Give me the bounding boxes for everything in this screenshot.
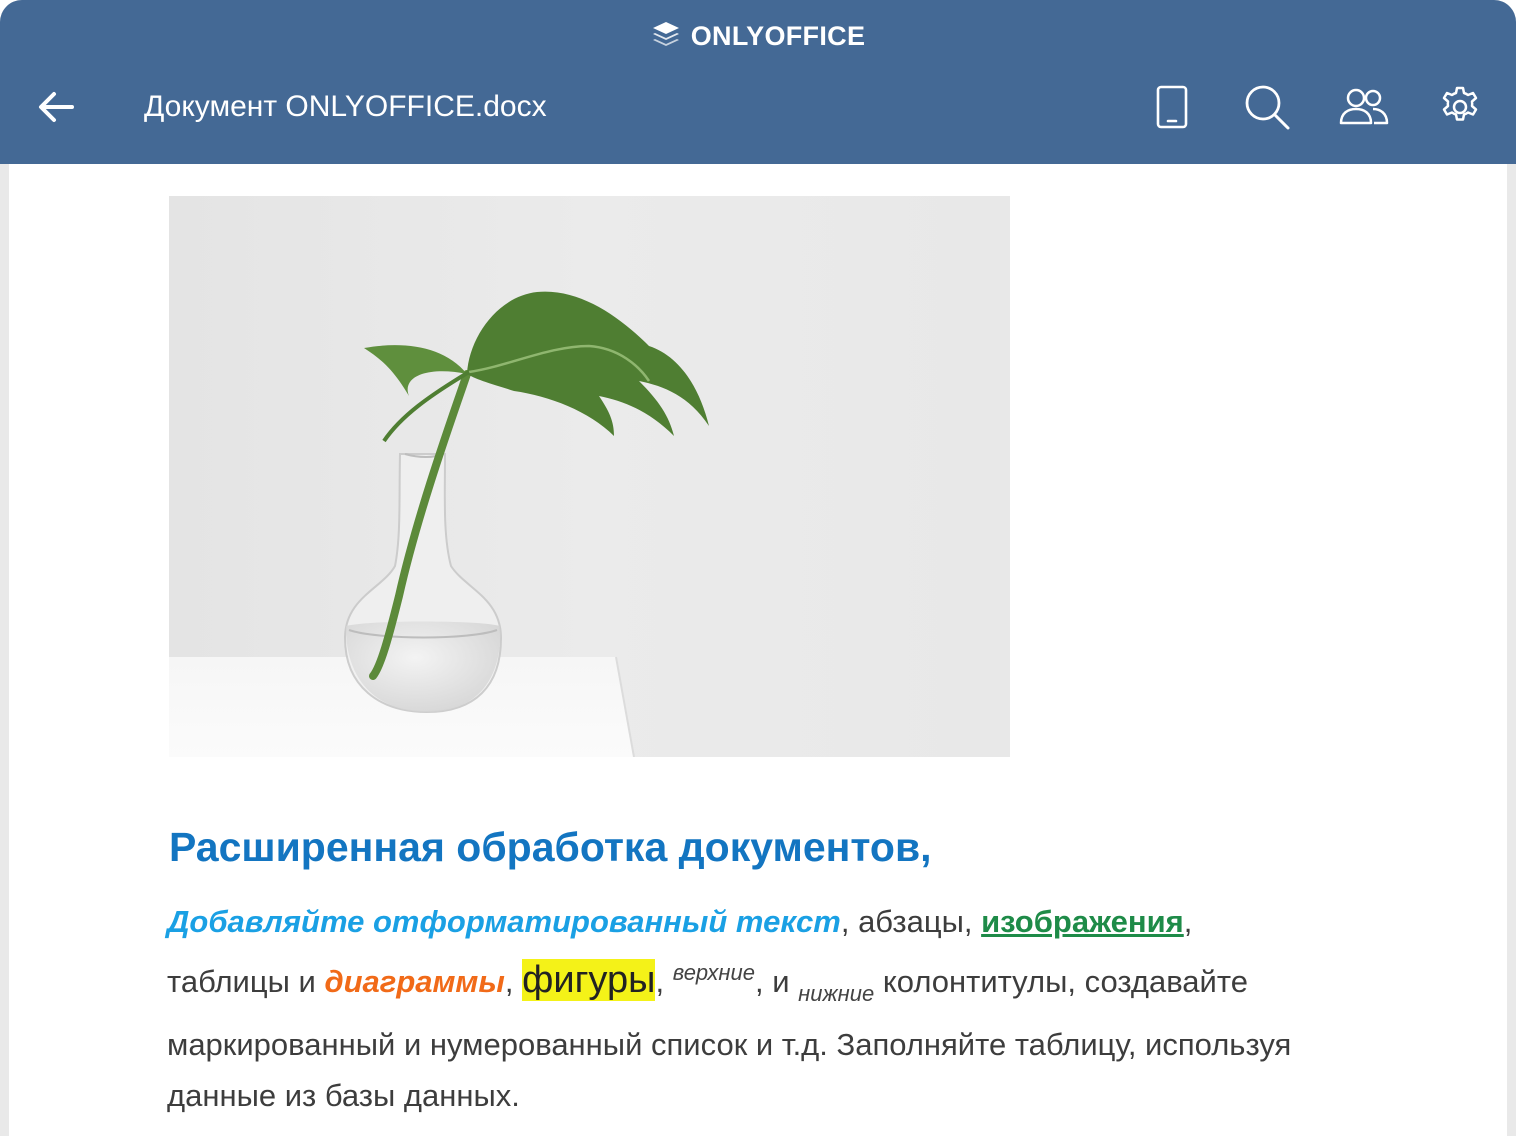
onlyoffice-logo-icon (651, 20, 681, 53)
back-arrow-icon (39, 92, 74, 122)
text-run: данные из базы данных. (167, 1078, 520, 1113)
text-run-subscript: нижние (798, 981, 875, 1006)
document-page: Расширенная обработка документов, Добавл… (9, 164, 1507, 1136)
collaborators-icon (1339, 88, 1389, 125)
text-run: , абзацы, (840, 904, 982, 939)
document-heading: Расширенная обработка документов, (169, 824, 932, 870)
brand-name: ONLYOFFICE (690, 20, 866, 51)
text-run: , (655, 964, 673, 999)
text-run: колонтитулы, создавайте (874, 964, 1248, 999)
text-run: , и (755, 964, 799, 999)
settings-icon (1442, 86, 1478, 121)
app-window: ONLYOFFICE Документ ONLYOFFICE.docx Расш… (0, 0, 1516, 1136)
brand-logo: ONLYOFFICE (0, 18, 1516, 54)
search-button[interactable] (1239, 80, 1295, 134)
search-icon (1245, 85, 1290, 130)
header-bar: ONLYOFFICE Документ ONLYOFFICE.docx (0, 0, 1516, 164)
text-run: , (1183, 904, 1193, 939)
text-run-highlighted: фигуры (522, 959, 656, 1001)
text-run: , (504, 964, 523, 999)
back-button[interactable] (30, 84, 82, 130)
link-images[interactable]: изображения (981, 904, 1184, 939)
plant-in-vase-photo (169, 196, 1010, 757)
settings-button[interactable] (1432, 80, 1488, 134)
document-paragraph: Добавляйте отформатированный текст, абза… (167, 896, 1437, 1121)
mobile-view-icon (1156, 85, 1188, 129)
text-run: таблицы и (167, 964, 325, 999)
document-image[interactable] (169, 196, 1010, 757)
text-run-superscript: верхние (672, 960, 756, 985)
mobile-view-button[interactable] (1144, 80, 1200, 134)
collaborators-button[interactable] (1336, 80, 1392, 134)
document-title: Документ ONLYOFFICE.docx (144, 90, 547, 123)
text-run-formatted: Добавляйте отформатированный текст (167, 904, 841, 939)
text-run-diagrams: диаграммы (324, 964, 505, 999)
text-run: маркированный и нумерованный список и т.… (167, 1027, 1292, 1062)
